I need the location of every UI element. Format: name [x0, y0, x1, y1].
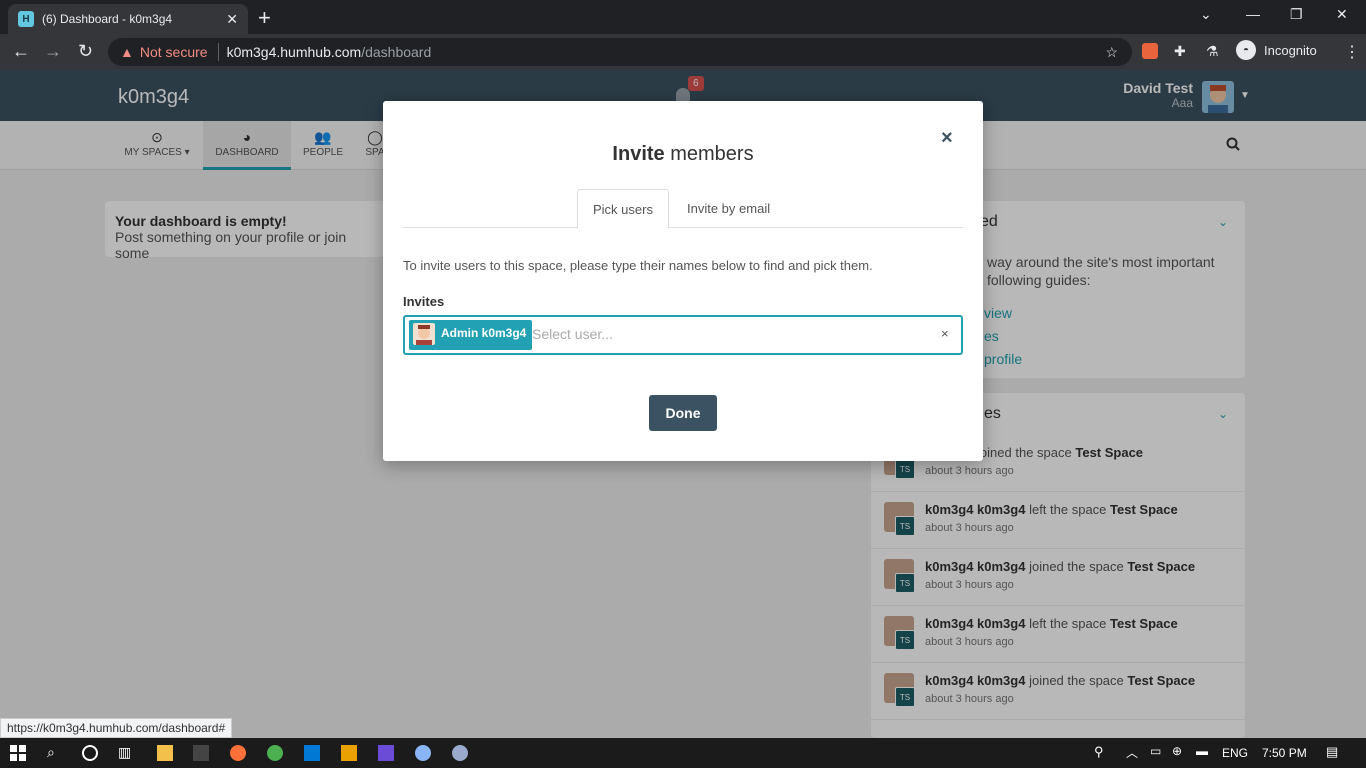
language-indicator[interactable]: ENG	[1222, 746, 1248, 760]
incognito-indicator[interactable]: ◓ Incognito	[1236, 40, 1317, 60]
user-picker-input[interactable]: Admin k0m3g4 Select user... ×	[403, 315, 963, 355]
notification-center-icon[interactable]: ▤	[1326, 744, 1342, 760]
modal-title: Invite members	[612, 143, 754, 165]
forward-icon[interactable]: →	[44, 41, 62, 62]
extension-icon[interactable]	[1142, 43, 1158, 59]
bookmark-star-icon[interactable]: ☆	[1105, 44, 1118, 61]
search-icon[interactable]: ⌕	[47, 744, 63, 760]
url-host: k0m3g4.humhub.com	[226, 44, 362, 60]
camera-icon[interactable]: ▭	[1150, 744, 1166, 760]
globe-icon[interactable]: ⊕	[1172, 744, 1188, 760]
file-explorer-icon[interactable]	[157, 745, 173, 761]
new-tab-button[interactable]: +	[258, 5, 271, 31]
paint-icon[interactable]	[452, 745, 468, 761]
invite-members-modal: × Invite members Pick users Invite by em…	[383, 101, 983, 461]
address-bar[interactable]: ▲ Not secure k0m3g4.humhub.com /dashboar…	[108, 38, 1132, 66]
puzzle-icon[interactable]: ✚	[1174, 43, 1190, 59]
firefox-icon[interactable]	[230, 745, 246, 761]
app-icon[interactable]	[341, 745, 357, 761]
windows-start-icon[interactable]	[10, 745, 26, 761]
flask-icon[interactable]: ⚗	[1206, 43, 1222, 59]
humhub-favicon-icon: H	[18, 11, 34, 27]
browser-tab[interactable]: H (6) Dashboard - k0m3g4 ✕	[8, 4, 248, 34]
selected-user-name: Admin k0m3g4	[441, 326, 527, 340]
warning-icon: ▲	[120, 44, 134, 60]
invite-hint: To invite users to this space, please ty…	[403, 258, 873, 273]
omnibox-divider	[217, 43, 219, 61]
people-icon[interactable]: ⚲	[1094, 744, 1110, 760]
tab-invite-by-email[interactable]: Invite by email	[672, 189, 785, 228]
incognito-icon: ◓	[1236, 40, 1256, 60]
tab-search-icon[interactable]: ⌄	[1200, 6, 1212, 23]
invite-tabs: Pick users Invite by email	[403, 189, 963, 229]
back-icon[interactable]: ←	[12, 41, 30, 62]
url-path: /dashboard	[361, 44, 432, 60]
battery-icon[interactable]: ▬	[1196, 744, 1212, 760]
avatar	[413, 323, 435, 345]
vscode-icon[interactable]	[304, 745, 320, 761]
browser-tabbar: H (6) Dashboard - k0m3g4 ✕ + ⌄ — ❐ ✕	[0, 0, 1366, 34]
task-view-icon[interactable]: ▥	[118, 744, 134, 760]
tab-title: (6) Dashboard - k0m3g4	[42, 12, 173, 26]
selected-user-chip[interactable]: Admin k0m3g4	[409, 320, 533, 350]
windows-taskbar: ⌕ ▥ ⚲ ︿ ▭ ⊕ ▬ ENG 7:50 PM ▤	[0, 738, 1366, 768]
tab-close-icon[interactable]: ✕	[226, 11, 238, 28]
clear-selection-icon[interactable]: ×	[941, 326, 949, 341]
chrome-icon[interactable]	[267, 745, 283, 761]
incognito-label: Incognito	[1264, 42, 1317, 58]
close-window-icon[interactable]: ✕	[1336, 6, 1348, 23]
invites-label: Invites	[403, 294, 445, 309]
not-secure-label[interactable]: Not secure	[140, 44, 208, 60]
reload-icon[interactable]: ↻	[78, 41, 93, 62]
browser-toolbar: ← → ↻ ▲ Not secure k0m3g4.humhub.com /da…	[0, 34, 1366, 70]
done-button[interactable]: Done	[649, 395, 717, 431]
app-icon[interactable]	[378, 745, 394, 761]
terminal-icon[interactable]	[193, 745, 209, 761]
status-bar-url: https://k0m3g4.humhub.com/dashboard#	[0, 718, 233, 738]
user-search-placeholder[interactable]: Select user...	[532, 326, 613, 342]
cortana-icon[interactable]	[82, 745, 98, 761]
chevron-up-icon[interactable]: ︿	[1126, 744, 1142, 760]
restore-icon[interactable]: ❐	[1290, 6, 1303, 23]
chrome-incognito-icon[interactable]	[415, 745, 431, 761]
minimize-icon[interactable]: —	[1246, 6, 1260, 22]
tab-pick-users[interactable]: Pick users	[577, 189, 669, 229]
clock[interactable]: 7:50 PM	[1262, 746, 1307, 760]
browser-menu-icon[interactable]: ⋮	[1344, 42, 1360, 62]
